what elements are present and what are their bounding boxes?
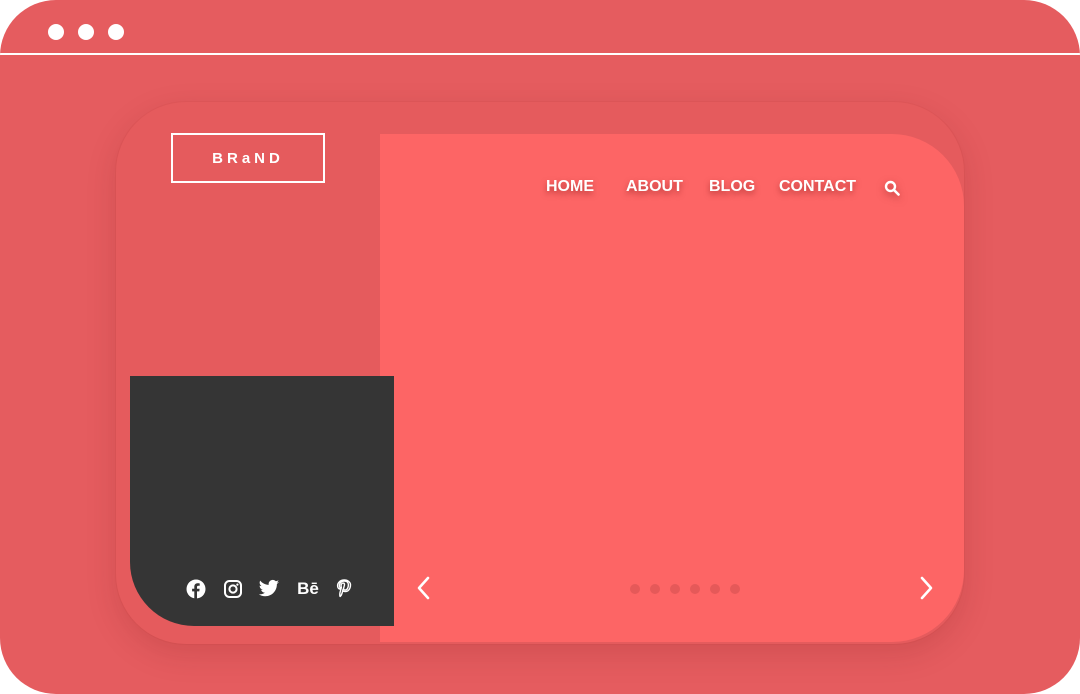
nav-home[interactable]: HOME	[546, 178, 594, 196]
brand-logo[interactable]: BRaND	[171, 133, 325, 183]
instagram-icon[interactable]	[222, 578, 244, 600]
facebook-icon[interactable]	[185, 578, 207, 600]
slider-dot[interactable]	[630, 584, 640, 594]
slider-dot[interactable]	[730, 584, 740, 594]
window-titlebar	[0, 0, 1080, 55]
pinterest-icon[interactable]	[333, 578, 355, 600]
chevron-left-icon[interactable]	[413, 575, 435, 601]
window-control-dot[interactable]	[48, 24, 64, 40]
window-control-dot[interactable]	[108, 24, 124, 40]
chevron-right-icon[interactable]	[915, 575, 937, 601]
search-icon[interactable]	[884, 180, 900, 196]
behance-icon[interactable]: Bē	[295, 578, 321, 600]
slider-dot[interactable]	[710, 584, 720, 594]
slider-dot[interactable]	[670, 584, 680, 594]
nav-about[interactable]: ABOUT	[626, 178, 683, 196]
nav-contact[interactable]: CONTACT	[779, 178, 856, 196]
nav-blog[interactable]: BLOG	[709, 178, 755, 196]
slider-dot[interactable]	[690, 584, 700, 594]
hero-slider	[380, 134, 964, 642]
slider-dot[interactable]	[650, 584, 660, 594]
window-control-dot[interactable]	[78, 24, 94, 40]
twitter-icon[interactable]	[258, 578, 280, 600]
browser-window: BRaND HOME ABOUT BLOG CONTACT Bē	[0, 0, 1080, 694]
